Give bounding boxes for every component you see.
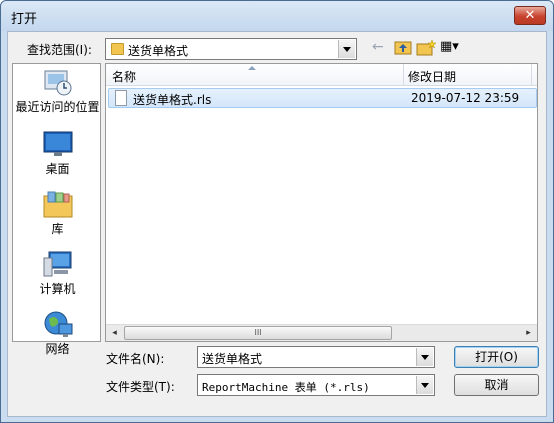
file-list[interactable]: 名称 修改日期 送货单格式.rls 2019-07-12 23:59 ◂ III… [105,63,538,342]
place-computer[interactable]: 计算机 [13,250,102,296]
back-icon[interactable]: ← [372,39,384,57]
column-header-name[interactable]: 名称 [112,68,136,85]
up-folder-button[interactable] [394,39,412,57]
chevron-down-icon[interactable] [416,348,433,366]
place-label: 库 [51,222,64,236]
document-icon [115,90,127,106]
close-icon: ✕ [524,8,536,23]
folder-icon [111,43,124,55]
new-folder-button[interactable] [416,39,437,57]
column-divider[interactable] [531,64,532,86]
desktop-icon [42,130,74,160]
horizontal-scrollbar[interactable]: ◂ III ▸ [106,324,537,341]
network-icon [42,310,74,340]
list-header: 名称 修改日期 [106,64,537,86]
views-menu-icon[interactable]: ▦▾ [440,39,459,57]
scroll-right-icon[interactable]: ▸ [520,325,537,341]
place-label: 最近访问的位置 [15,100,100,114]
open-dialog: 打开 ✕ 查找范围(I): 送货单格式 ← ▦▾ 最近访问的位置 桌面 库 计算… [0,0,554,423]
filetype-select[interactable]: ReportMachine 表单 (*.rls) [197,374,435,396]
scroll-thumb[interactable]: III [124,326,392,340]
open-button[interactable]: 打开(O) [454,346,539,368]
close-button[interactable]: ✕ [514,6,546,25]
places-bar: 最近访问的位置 桌面 库 计算机 网络 [12,63,102,356]
lookin-value: 送货单格式 [128,44,189,58]
dialog-body: 查找范围(I): 送货单格式 ← ▦▾ 最近访问的位置 桌面 库 计算机 网络 … [7,31,547,417]
lookin-combo[interactable]: 送货单格式 [105,38,357,60]
recent-places-icon [42,68,74,98]
window-title: 打开 [11,12,38,27]
place-recent[interactable]: 最近访问的位置 [13,68,102,114]
chevron-down-icon[interactable] [416,376,433,394]
place-desktop[interactable]: 桌面 [13,130,102,176]
place-label: 网络 [45,342,70,356]
filename-label: 文件名(N): [106,352,165,366]
up-folder-icon [394,41,412,55]
place-network[interactable]: 网络 [13,310,102,356]
chevron-down-icon[interactable] [338,40,355,58]
filename-input[interactable]: 送货单格式 [197,346,435,368]
computer-icon [42,250,74,280]
filename-value: 送货单格式 [202,352,263,366]
scroll-left-icon[interactable]: ◂ [106,325,123,341]
place-libraries[interactable]: 库 [13,190,102,236]
new-folder-icon [416,39,437,56]
filetype-value: ReportMachine 表单 (*.rls) [202,381,370,394]
lookin-label: 查找范围(I): [27,43,92,57]
title-bar[interactable]: 打开 ✕ [1,1,553,31]
file-row[interactable]: 送货单格式.rls 2019-07-12 23:59 [108,88,537,108]
column-header-modified[interactable]: 修改日期 [408,68,456,85]
file-modified: 2019-07-12 23:59 [411,91,520,105]
sort-ascending-icon [248,66,256,70]
place-label: 桌面 [45,162,70,176]
filetype-label: 文件类型(T): [106,380,175,394]
libraries-icon [42,190,74,220]
column-divider[interactable] [403,64,404,86]
cancel-button[interactable]: 取消 [454,374,539,396]
file-name: 送货单格式.rls [133,93,212,107]
place-label: 计算机 [39,282,76,296]
